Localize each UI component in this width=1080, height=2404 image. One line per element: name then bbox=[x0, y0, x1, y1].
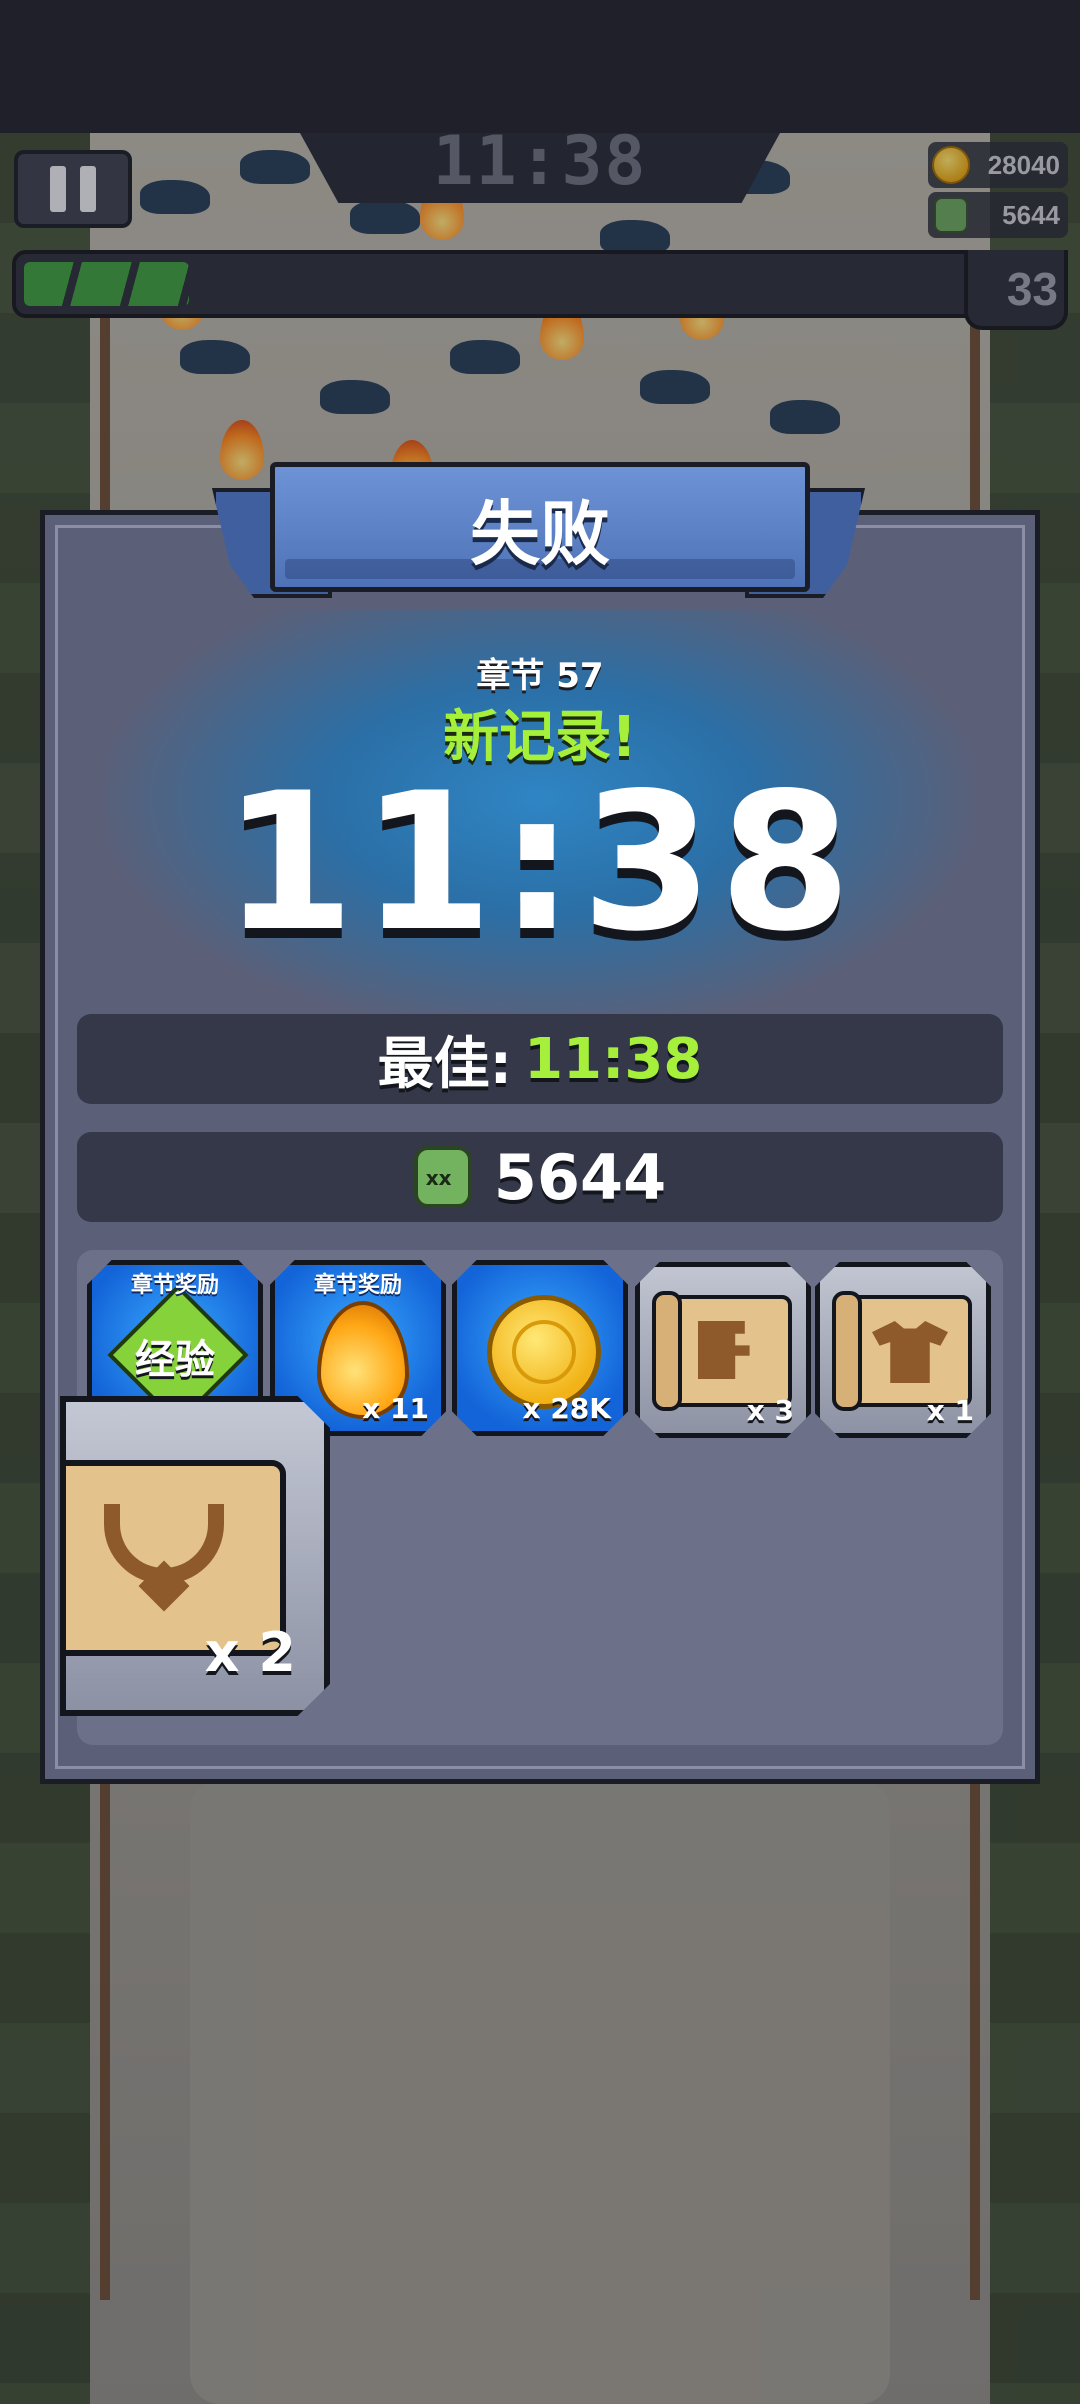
reward-qty: x 28K bbox=[522, 1392, 611, 1425]
dialog-title: 失败 bbox=[470, 493, 610, 575]
skull-eyes: xx bbox=[425, 1166, 452, 1190]
reward-qty: x 2 bbox=[204, 1621, 296, 1684]
reward-qty: x 1 bbox=[926, 1394, 974, 1427]
kills-row: xx 5644 bbox=[77, 1132, 1003, 1222]
skull-icon: xx bbox=[413, 1146, 472, 1208]
reward-tag: 章节奖励 bbox=[130, 1273, 219, 1298]
scroll-curl bbox=[832, 1291, 862, 1411]
reward-qty: x 3 bbox=[746, 1394, 794, 1427]
book-glyph bbox=[698, 1321, 750, 1379]
reward-necklace-scroll[interactable]: x 2 bbox=[60, 1396, 330, 1716]
necklace-glyph bbox=[104, 1504, 224, 1614]
best-time-row: 最佳: 11:38 bbox=[77, 1014, 1003, 1104]
book-scroll-icon bbox=[652, 1291, 792, 1411]
scroll-curl bbox=[652, 1291, 682, 1411]
reward-gold[interactable]: x 28K bbox=[452, 1260, 628, 1436]
reward-qty: x 11 bbox=[362, 1392, 429, 1425]
reward-armor-scroll[interactable]: x 1 bbox=[815, 1262, 991, 1438]
status-bar-area bbox=[0, 0, 1080, 133]
reward-book-scroll[interactable]: x 3 bbox=[635, 1262, 811, 1438]
reward-tag: 章节奖励 bbox=[313, 1273, 402, 1298]
survival-time: 11:38 bbox=[222, 752, 858, 973]
best-time-value: 11:38 bbox=[524, 1026, 703, 1092]
chapter-label: 章节 57 bbox=[476, 656, 604, 696]
kills-value: 5644 bbox=[493, 1140, 667, 1214]
best-label: 最佳: bbox=[377, 1031, 513, 1097]
armor-glyph bbox=[872, 1321, 948, 1383]
reward-label: 经验 bbox=[135, 1337, 215, 1383]
armor-scroll-icon bbox=[832, 1291, 972, 1411]
